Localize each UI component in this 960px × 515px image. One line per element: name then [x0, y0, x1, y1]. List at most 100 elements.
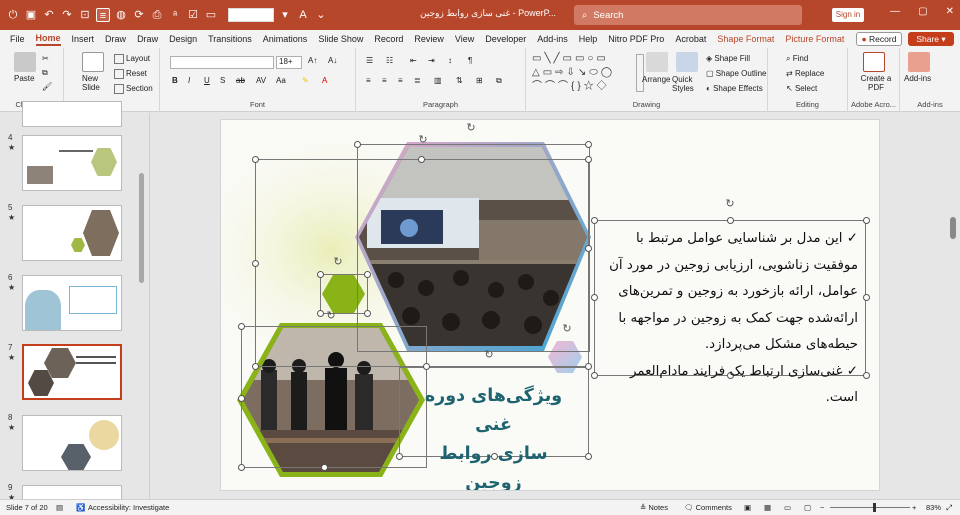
- shrink-font-icon[interactable]: A↓: [328, 56, 337, 65]
- fit-to-window-icon[interactable]: ⤢: [946, 503, 952, 513]
- search-box[interactable]: ⌕ Search: [574, 5, 802, 25]
- tab-draw[interactable]: Draw: [105, 34, 126, 44]
- sign-in-button[interactable]: Sign in: [832, 8, 864, 22]
- redo-icon[interactable]: ↷: [60, 8, 74, 22]
- create-pdf-button[interactable]: Create a PDF: [856, 74, 896, 92]
- quick-styles-button[interactable]: Quick Styles: [672, 75, 702, 93]
- record-button[interactable]: ● Record: [856, 32, 902, 46]
- tab-shape-format[interactable]: Shape Format: [717, 34, 774, 44]
- font-picker-mini[interactable]: [228, 8, 274, 22]
- more-icon[interactable]: ⌄: [314, 8, 328, 22]
- arrange-button[interactable]: Arrange: [642, 75, 670, 84]
- replace-button[interactable]: ⇄ Replace: [786, 69, 824, 78]
- rotate-handle-icon[interactable]: ↻: [465, 122, 477, 134]
- editor-scrollbar[interactable]: [950, 217, 956, 239]
- font-color-icon[interactable]: A: [322, 76, 327, 85]
- zoom-slider[interactable]: [830, 507, 910, 508]
- rotate-handle-icon[interactable]: ↻: [332, 256, 344, 268]
- shadow-icon[interactable]: S: [220, 76, 225, 85]
- italic-icon[interactable]: I: [188, 76, 190, 85]
- maximize-icon[interactable]: ▢: [918, 6, 927, 17]
- shape-effects-button[interactable]: ◐ Shape Effects: [706, 84, 763, 93]
- notes-button[interactable]: ≜ Notes: [640, 503, 668, 512]
- copy-icon[interactable]: ⧉: [42, 68, 48, 78]
- arrange-icon[interactable]: [646, 52, 668, 72]
- refresh-icon[interactable]: ⟳: [132, 8, 146, 22]
- format-icon[interactable]: ▭: [204, 8, 218, 22]
- resize-handle[interactable]: [252, 156, 259, 163]
- slide-thumb-4[interactable]: [22, 135, 122, 191]
- layout-button[interactable]: Layout: [114, 54, 150, 64]
- resize-handle[interactable]: [252, 363, 259, 370]
- tab-insert[interactable]: Insert: [72, 34, 95, 44]
- print-icon[interactable]: ⎙: [150, 8, 164, 22]
- slide-thumb-7[interactable]: [22, 344, 122, 400]
- checkbox-icon[interactable]: ☑: [186, 8, 200, 22]
- bullet-textbox[interactable]: ✓ این مدل بر شناسایی عوامل مرتبط با موفق…: [594, 220, 866, 405]
- share-button[interactable]: Share ▾: [908, 32, 954, 46]
- zoom-level[interactable]: 83%: [926, 503, 941, 512]
- align-center-icon[interactable]: ≡: [382, 76, 387, 85]
- rotate-handle-icon[interactable]: ↻: [325, 310, 337, 322]
- resize-handle[interactable]: [252, 260, 259, 267]
- tab-acrobat[interactable]: Acrobat: [675, 34, 706, 44]
- cut-icon[interactable]: ✂: [42, 54, 49, 63]
- highlight-icon[interactable]: ✎: [302, 76, 309, 85]
- slide-thumb-8[interactable]: [22, 415, 122, 471]
- resize-handle[interactable]: [585, 245, 592, 252]
- justify-icon[interactable]: ≣: [414, 76, 421, 85]
- spellcheck-icon[interactable]: ᵃ: [168, 8, 182, 22]
- paste-button[interactable]: Paste: [14, 74, 34, 83]
- strikethrough-icon[interactable]: ab: [236, 76, 245, 85]
- increase-indent-icon[interactable]: ⇥: [428, 56, 435, 65]
- slide-thumb-5[interactable]: [22, 205, 122, 261]
- line-spacing-icon[interactable]: ↕: [448, 56, 452, 65]
- slide-thumb-3[interactable]: [22, 101, 122, 127]
- rtl-icon[interactable]: ¶: [468, 56, 472, 65]
- reset-button[interactable]: Reset: [114, 69, 147, 79]
- tab-animations[interactable]: Animations: [263, 34, 308, 44]
- resize-handle[interactable]: [585, 156, 592, 163]
- new-slide-icon[interactable]: [82, 52, 104, 72]
- tab-design[interactable]: Design: [169, 34, 197, 44]
- reading-view-icon[interactable]: ▭: [784, 503, 791, 512]
- shape-outline-button[interactable]: ▢ Shape Outline: [706, 69, 767, 78]
- resize-handle[interactable]: [321, 464, 328, 471]
- close-icon[interactable]: ✕: [946, 6, 954, 17]
- resize-handle[interactable]: [317, 271, 324, 278]
- tab-record[interactable]: Record: [374, 34, 403, 44]
- text-color-icon[interactable]: A: [296, 8, 310, 22]
- tab-file[interactable]: File: [10, 34, 25, 44]
- selection-frame-top-hex[interactable]: [357, 144, 590, 352]
- slide-layout-icon[interactable]: ≡: [96, 8, 110, 22]
- undo-icon[interactable]: ↶: [42, 8, 56, 22]
- zoom-in-icon[interactable]: +: [912, 503, 916, 512]
- decrease-indent-icon[interactable]: ⇤: [410, 56, 417, 65]
- resize-handle[interactable]: [238, 323, 245, 330]
- selection-frame-green-hex[interactable]: [320, 274, 368, 314]
- resize-handle[interactable]: [238, 395, 245, 402]
- chevron-down-icon[interactable]: ▾: [278, 8, 292, 22]
- zoom-slider-thumb[interactable]: [873, 503, 876, 512]
- rotate-handle-icon[interactable]: ↻: [724, 198, 736, 210]
- grow-font-icon[interactable]: A↑: [308, 56, 317, 65]
- change-case-icon[interactable]: Aa: [276, 76, 286, 85]
- resize-handle[interactable]: [364, 271, 371, 278]
- resize-handle[interactable]: [317, 310, 324, 317]
- text-direction-icon[interactable]: ⇅: [456, 76, 463, 85]
- underline-icon[interactable]: U: [204, 76, 210, 85]
- shape-fill-button[interactable]: ◈ Shape Fill: [706, 54, 750, 63]
- resize-handle[interactable]: [418, 156, 425, 163]
- presentation-icon[interactable]: ⊡: [78, 8, 92, 22]
- rotate-handle-icon[interactable]: ↻: [483, 349, 495, 361]
- save-icon[interactable]: ▣: [24, 8, 38, 22]
- new-slide-button[interactable]: New Slide: [82, 74, 108, 92]
- bullets-icon[interactable]: ☰: [366, 56, 373, 65]
- resize-handle[interactable]: [585, 141, 592, 148]
- spacing-icon[interactable]: AV: [256, 76, 266, 85]
- font-size-combo[interactable]: 18+: [276, 56, 302, 69]
- align-right-icon[interactable]: ≡: [398, 76, 403, 85]
- align-left-icon[interactable]: ≡: [366, 76, 371, 85]
- shape-gallery[interactable]: ▭╲╱▭▭○▭ △▭⇨⇩↘⬭◯ ⌒⌒⌒{}☆◇: [532, 52, 632, 96]
- zoom-out-icon[interactable]: −: [820, 503, 824, 512]
